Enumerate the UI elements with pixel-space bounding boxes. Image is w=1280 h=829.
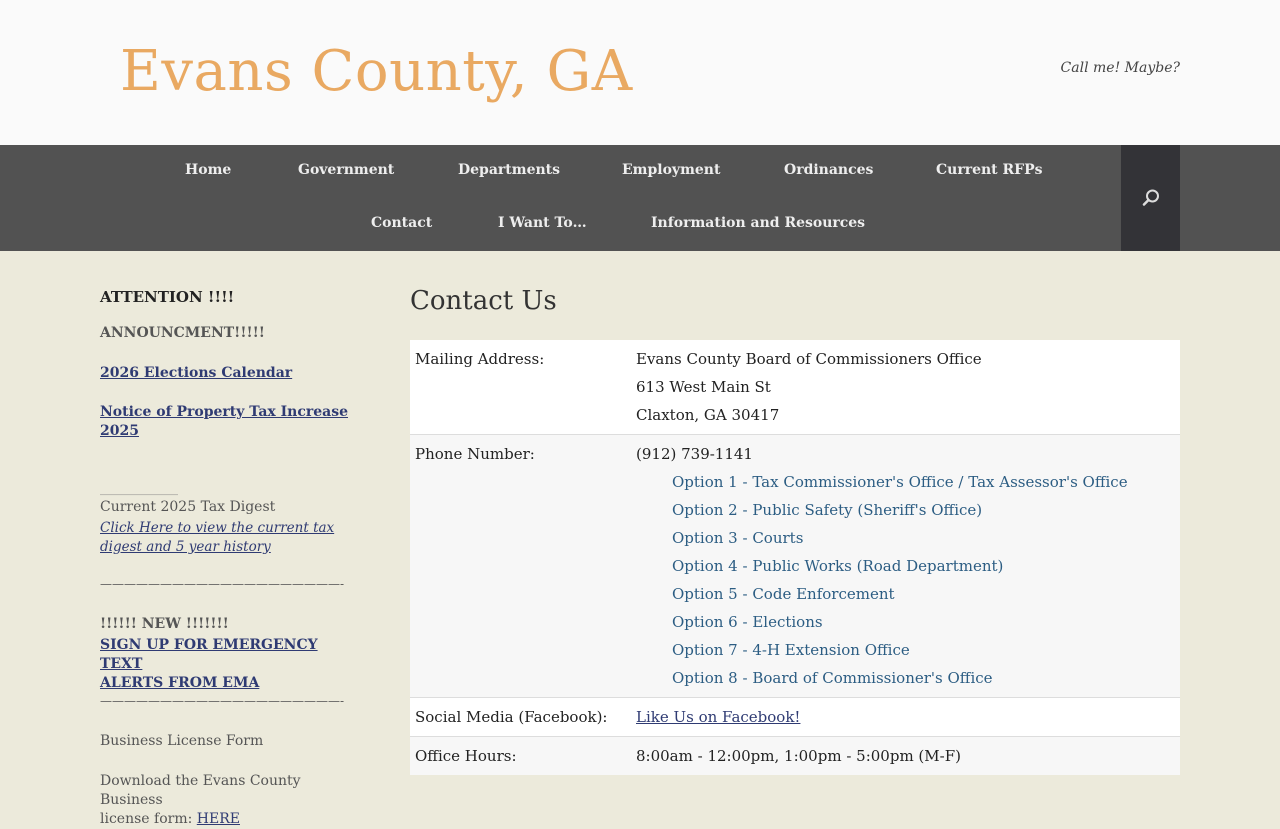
tax-increase-link[interactable]: Notice of Property Tax Increase <box>100 404 348 420</box>
elections-calendar-link[interactable]: 2026 Elections Calendar <box>100 365 292 381</box>
mailing-line: Evans County Board of Commissioners Offi… <box>636 350 982 368</box>
divider-long: ————————————————————- <box>100 577 345 591</box>
tax-increase-link-wrap: Notice of Property Tax Increase 2025 <box>100 403 360 441</box>
elections-link-wrap: 2026 Elections Calendar <box>100 364 360 383</box>
phone-option: Option 1 - Tax Commissioner's Office / T… <box>672 473 1128 491</box>
business-license-link[interactable]: HERE <box>197 811 240 827</box>
phone-option: Option 8 - Board of Commissioner's Offic… <box>672 669 993 687</box>
tax-digest-link[interactable]: Click Here to view the current tax <box>100 520 334 536</box>
tax-digest-link-wrap: Click Here to view the current tax diges… <box>100 519 360 557</box>
phone-option: Option 2 - Public Safety (Sheriff's Offi… <box>672 501 983 519</box>
phone-option: Option 6 - Elections <box>672 613 823 631</box>
phone-option: Option 7 - 4-H Extension Office <box>672 641 910 659</box>
nav-item-home[interactable]: Home <box>185 162 231 178</box>
search-button[interactable] <box>1121 145 1180 251</box>
main-nav: Home Government Departments Employment O… <box>0 145 1280 251</box>
attention-heading: ATTENTION !!!! <box>100 288 235 306</box>
nav-item-employment[interactable]: Employment <box>622 162 720 178</box>
table-row-mailing: Mailing Address: Evans County Board of C… <box>410 340 1180 435</box>
phone-option: Option 3 - Courts <box>672 529 804 547</box>
phone-label: Phone Number: <box>415 445 535 463</box>
nav-item-information-resources[interactable]: Information and Resources <box>651 215 865 231</box>
ema-alerts-link-2[interactable]: ALERTS FROM EMA <box>100 675 259 691</box>
nav-item-government[interactable]: Government <box>298 162 394 178</box>
nav-item-ordinances[interactable]: Ordinances <box>784 162 873 178</box>
mailing-label: Mailing Address: <box>415 350 545 368</box>
table-row-social: Social Media (Facebook): Like Us on Face… <box>410 697 1180 737</box>
phone-option: Option 4 - Public Works (Road Department… <box>672 557 1004 575</box>
search-icon <box>1142 189 1159 206</box>
site-tagline: Call me! Maybe? <box>1060 60 1180 76</box>
nav-item-i-want-to[interactable]: I Want To… <box>498 215 587 231</box>
announcement-heading: ANNOUNCMENT!!!!! <box>100 325 265 341</box>
divider-long-2: ————————————————————- <box>100 694 345 708</box>
ema-alerts-link[interactable]: SIGN UP FOR EMERGENCY TEXT <box>100 637 318 672</box>
tax-digest-link-2[interactable]: digest and 5 year history <box>100 539 271 555</box>
table-row-phone: Phone Number: (912) 739-1141 Option 1 - … <box>410 434 1180 698</box>
mailing-line: 613 West Main St <box>636 378 771 396</box>
nav-item-contact[interactable]: Contact <box>371 215 432 231</box>
divider-short: ____________ <box>100 481 178 496</box>
site-header: Evans County, GA Call me! Maybe? <box>0 0 1280 145</box>
hours-value: 8:00am - 12:00pm, 1:00pm - 5:00pm (M-F) <box>636 747 961 765</box>
page-title: Contact Us <box>410 286 557 316</box>
ema-link-wrap: SIGN UP FOR EMERGENCY TEXT ALERTS FROM E… <box>100 636 360 693</box>
site-title[interactable]: Evans County, GA <box>120 38 633 105</box>
phone-option: Option 5 - Code Enforcement <box>672 585 895 603</box>
new-label: !!!!!! NEW !!!!!!! <box>100 616 229 632</box>
contact-table: Mailing Address: Evans County Board of C… <box>410 340 1180 775</box>
business-license-label: Business License Form <box>100 733 264 749</box>
table-row-hours: Office Hours: 8:00am - 12:00pm, 1:00pm -… <box>410 736 1180 775</box>
nav-item-departments[interactable]: Departments <box>458 162 560 178</box>
facebook-link[interactable]: Like Us on Facebook! <box>636 708 800 726</box>
tax-digest-label: Current 2025 Tax Digest <box>100 499 276 515</box>
phone-number: (912) 739-1141 <box>636 445 753 463</box>
mailing-line: Claxton, GA 30417 <box>636 406 780 424</box>
business-license-desc: Download the Evans County Business <box>100 773 301 808</box>
business-license-text: Download the Evans County Business licen… <box>100 772 360 829</box>
social-label: Social Media (Facebook): <box>415 708 608 726</box>
nav-item-current-rfps[interactable]: Current RFPs <box>936 162 1042 178</box>
business-license-desc-2: license form: <box>100 811 193 827</box>
hours-label: Office Hours: <box>415 747 517 765</box>
tax-increase-link-year[interactable]: 2025 <box>100 423 139 439</box>
